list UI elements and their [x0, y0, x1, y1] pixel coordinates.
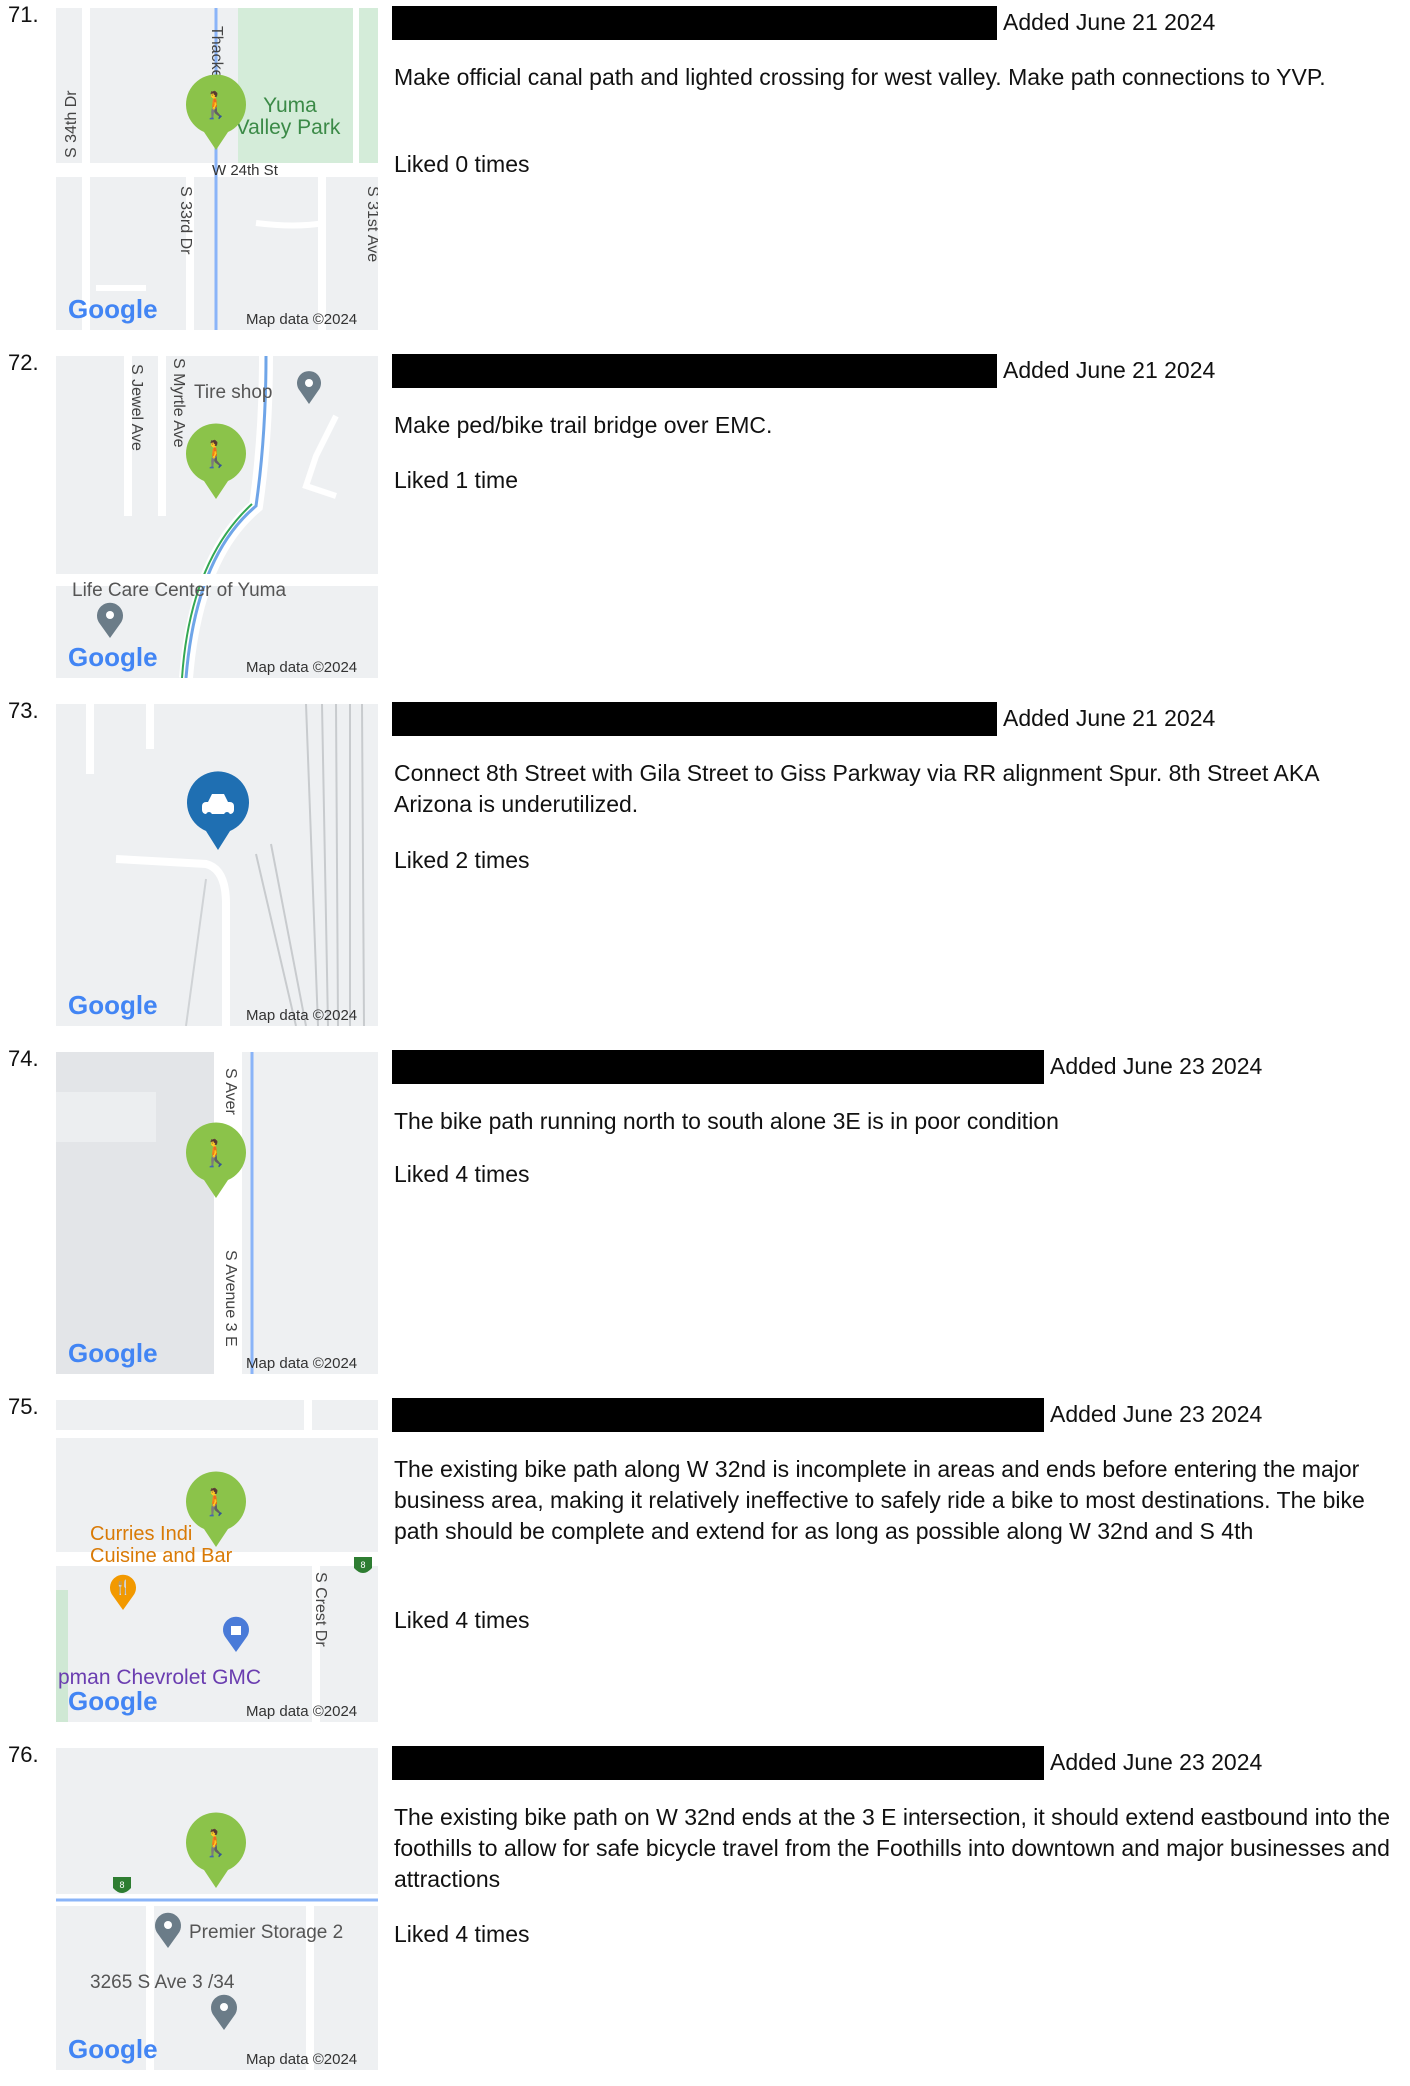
place-label: Tire shop [194, 382, 273, 403]
street-label: W 24th St [212, 162, 279, 179]
added-date: Added June 23 2024 [1050, 1053, 1263, 1079]
added-date: Added June 21 2024 [1003, 705, 1216, 731]
svg-text:🚶: 🚶 [200, 439, 232, 469]
entry-number: 76. [8, 1742, 39, 1767]
place-label: 3265 S Ave 3 /34 [90, 1972, 235, 1993]
google-logo: Google [68, 1686, 158, 1716]
entry-description: Connect 8th Street with Gila Street to G… [394, 760, 1319, 817]
entry-description: The bike path running north to south alo… [394, 1108, 1059, 1134]
street-label: S 33rd Dr [177, 186, 194, 255]
list-item: 72. S Jewel Ave S Myrtle Ave Tire shop L… [0, 348, 1410, 694]
like-count: Liked 4 times [394, 1921, 530, 1947]
list-item: 71. S 34th Dr Thacke Yuma Valley Park W … [0, 0, 1410, 346]
map-attribution: Map data ©2024 [246, 2051, 357, 2068]
place-label: Premier Storage 2 [189, 1922, 343, 1943]
like-count: Liked 4 times [394, 1607, 530, 1633]
svg-text:8: 8 [119, 1880, 124, 1890]
added-date: Added June 21 2024 [1003, 9, 1216, 35]
street-label: S Myrtle Ave [170, 358, 187, 448]
like-count: Liked 0 times [394, 151, 530, 177]
added-date: Added June 21 2024 [1003, 357, 1216, 383]
map-attribution: Map data ©2024 [246, 1355, 357, 1372]
street-label: S Avenue 3 E [222, 1250, 239, 1347]
entry-number: 71. [8, 2, 39, 27]
map-thumbnail[interactable]: S Aver S Avenue 3 E 🚶 Google Map data ©2… [56, 1052, 378, 1374]
entry-number: 75. [8, 1394, 39, 1419]
like-count: Liked 1 time [394, 467, 519, 493]
redacted-name [392, 354, 997, 388]
svg-text:🚶: 🚶 [200, 1487, 232, 1517]
redacted-name [392, 702, 997, 736]
google-logo: Google [68, 990, 158, 1020]
list-item: 76. 8 Premier Storage 2 3265 S Ave 3 /34 [0, 1740, 1410, 2086]
park-label: Yuma [263, 94, 317, 117]
svg-text:8: 8 [360, 1560, 365, 1570]
entry-number: 72. [8, 350, 39, 375]
map-attribution: Map data ©2024 [246, 311, 357, 328]
place-label: Life Care Center of Yuma [72, 580, 286, 601]
list-item: 75. Curries Indi Cuisine and Bar 🍴 8 S C… [0, 1392, 1410, 1738]
svg-text:🍴: 🍴 [114, 1579, 131, 1596]
map-thumbnail[interactable]: Google Map data ©2024 [56, 704, 378, 1026]
like-count: Liked 4 times [394, 1161, 530, 1187]
street-label: S 34th Dr [63, 90, 80, 158]
svg-text:🚶: 🚶 [200, 1828, 232, 1858]
redacted-name [392, 1398, 1044, 1432]
entry-description: Make official canal path and lighted cro… [394, 64, 1326, 90]
google-logo: Google [68, 2034, 158, 2064]
svg-text:🚶: 🚶 [200, 1138, 232, 1168]
street-label: S Jewel Ave [128, 364, 145, 451]
svg-text:🚶: 🚶 [200, 90, 232, 120]
redacted-name [392, 1746, 1044, 1780]
street-label: S Aver [222, 1068, 239, 1116]
map-thumbnail[interactable]: S Jewel Ave S Myrtle Ave Tire shop Life … [56, 356, 378, 678]
map-thumbnail[interactable]: S 34th Dr Thacke Yuma Valley Park W 24th… [56, 8, 378, 330]
park-label: Valley Park [236, 116, 341, 139]
list-item: 73. Google Map data ©2024 Added June 21 … [0, 696, 1410, 1042]
map-attribution: Map data ©2024 [246, 659, 357, 676]
added-date: Added June 23 2024 [1050, 1749, 1263, 1775]
entry-number: 73. [8, 698, 39, 723]
google-logo: Google [68, 1338, 158, 1368]
entry-number: 74. [8, 1046, 39, 1071]
map-attribution: Map data ©2024 [246, 1007, 357, 1024]
redacted-name [392, 6, 997, 40]
google-logo: Google [68, 642, 158, 672]
like-count: Liked 2 times [394, 847, 530, 873]
list-item: 74. S Aver S Avenue 3 E 🚶 Google Map dat… [0, 1044, 1410, 1390]
entry-description: The existing bike path on W 32nd ends at… [394, 1804, 1391, 1892]
street-label: S Crest Dr [312, 1572, 329, 1647]
entry-description: The existing bike path along W 32nd is i… [394, 1456, 1365, 1544]
street-label: Thacke [208, 26, 225, 79]
place-label: Cuisine and Bar [90, 1545, 233, 1567]
entry-description: Make ped/bike trail bridge over EMC. [394, 412, 773, 438]
map-thumbnail[interactable]: 8 Premier Storage 2 3265 S Ave 3 /34 🚶 G… [56, 1748, 378, 2070]
street-label: S 31st Ave [364, 186, 378, 262]
google-logo: Google [68, 294, 158, 324]
redacted-name [392, 1050, 1044, 1084]
added-date: Added June 23 2024 [1050, 1401, 1263, 1427]
map-thumbnail[interactable]: Curries Indi Cuisine and Bar 🍴 8 S Crest… [56, 1400, 378, 1722]
place-label: Curries Indi [90, 1523, 192, 1545]
map-attribution: Map data ©2024 [246, 1703, 357, 1720]
